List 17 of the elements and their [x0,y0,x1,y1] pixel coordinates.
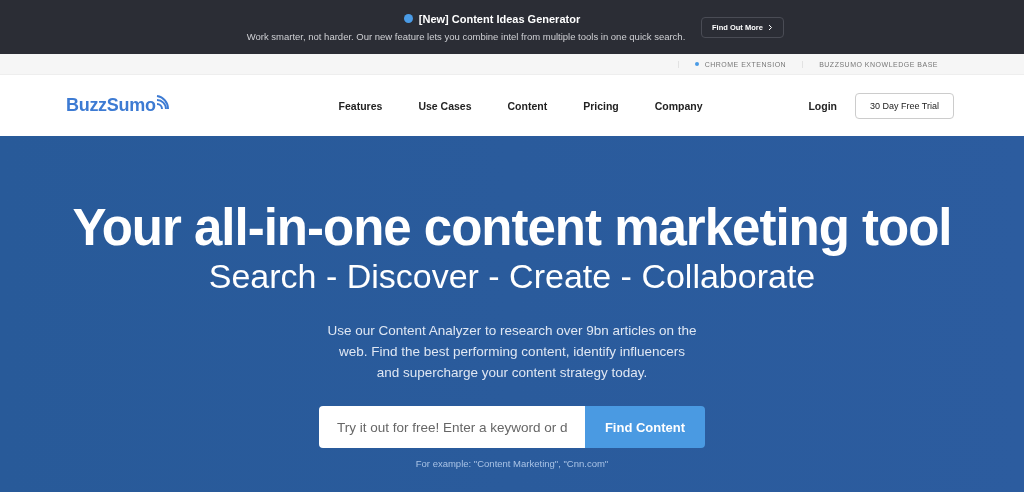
chevron-icon [767,24,773,31]
nav-link[interactable]: Features [338,99,383,112]
dot-icon [403,14,413,23]
login-link[interactable]: Login [808,99,837,112]
nav-link[interactable]: Use Cases [418,99,472,112]
nav-link[interactable]: Pricing [583,99,619,112]
nav-link[interactable]: Company [654,99,703,112]
hero-subtitle: Search - Discover - Create - Collaborate [208,256,816,296]
hero-description: Use our Content Analyzer to research over 9bn articles on the web. Find the best performing content, identify influencers and supercharge your content strategy today. [327,322,697,382]
announcement-text: Work smarter, not harder. Our new feature lets you combine intel from multiple tools in one quick search. [246,30,686,42]
nav-link[interactable]: Content [507,99,548,112]
logo[interactable]: BuzzSumo [66,95,169,116]
search-field[interactable]: Try it out for free! Enter a keyword or d [319,406,585,448]
announcement-title: [New] Content Ideas Generator [418,12,581,25]
example-text: For example: "Content Marketing", "Cnn.com" [415,458,609,469]
free-trial-button[interactable]: 30 Day Free Trial [854,92,954,119]
hero-title: Your all-in-one content marketing tool [72,200,952,256]
